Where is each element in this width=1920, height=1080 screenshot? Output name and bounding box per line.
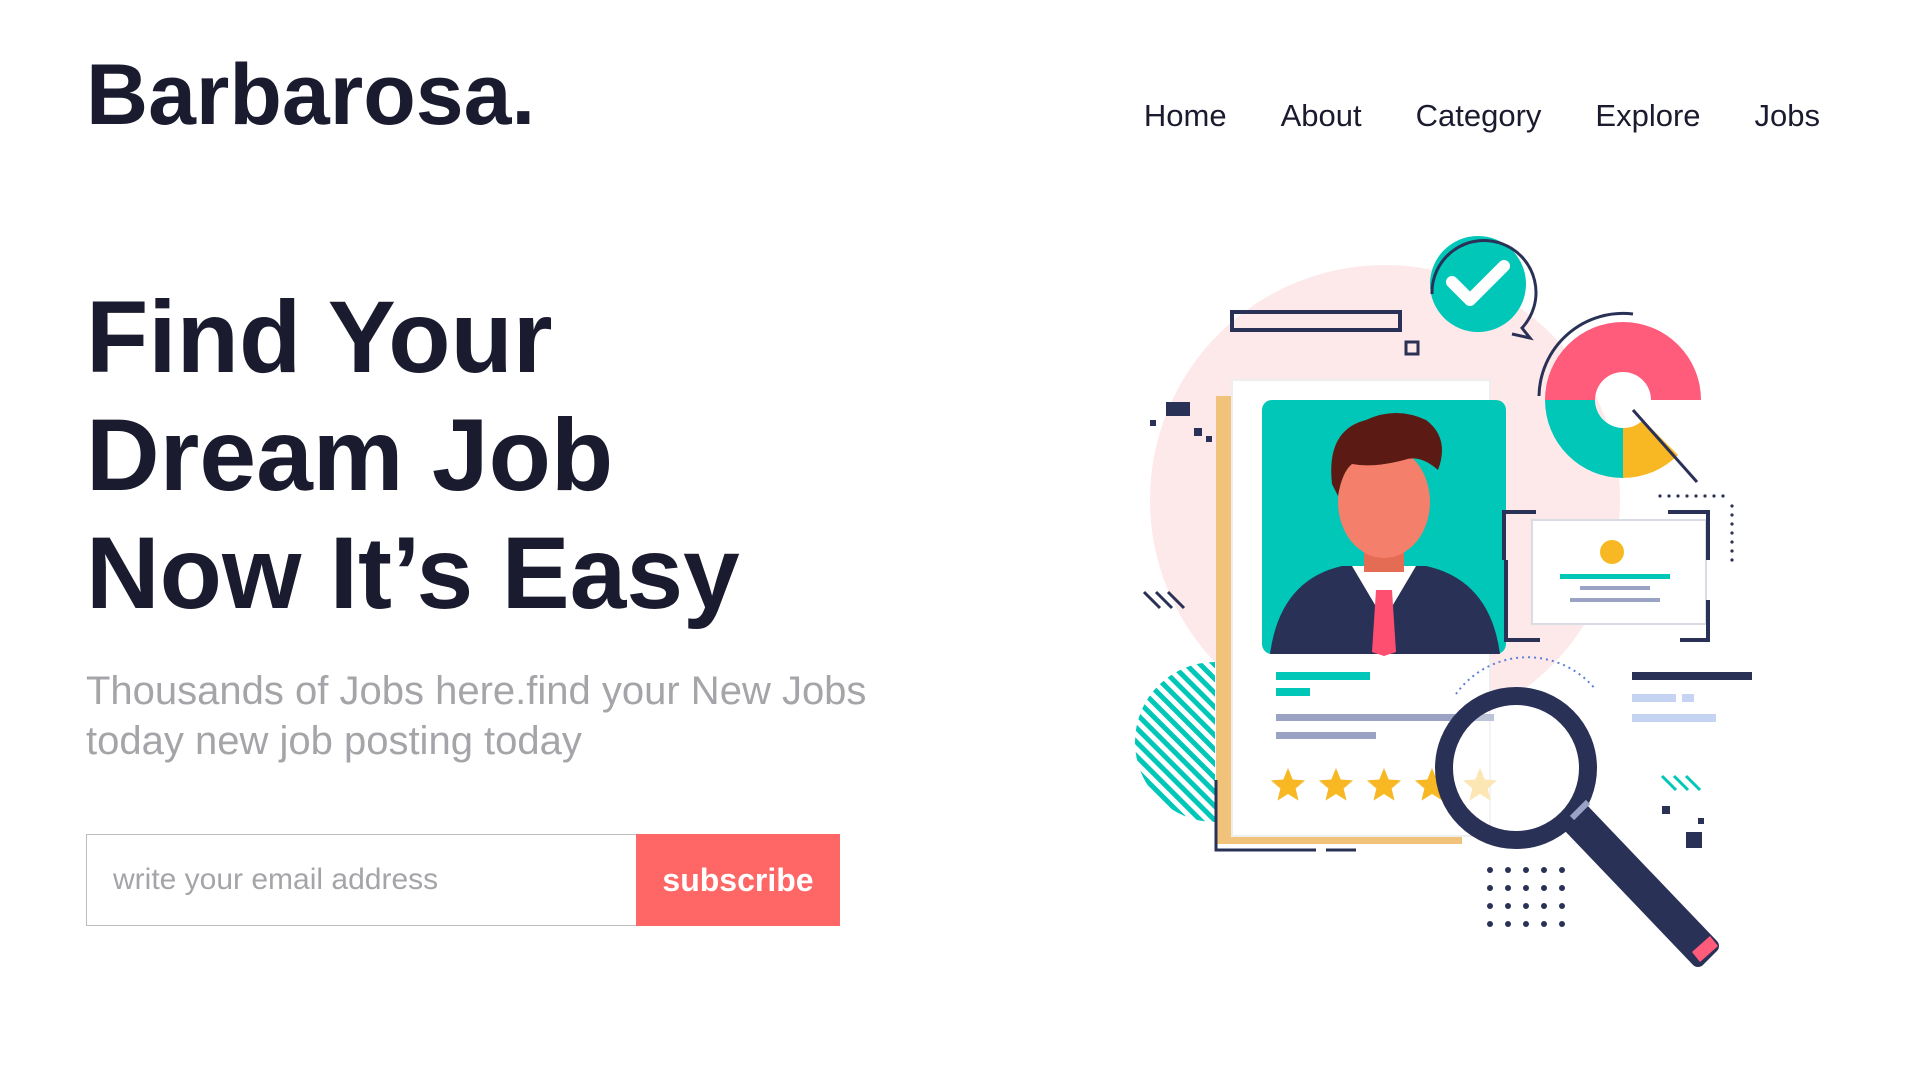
deco-dot [1487, 885, 1493, 891]
deco-dot [1541, 921, 1547, 927]
nav-item-jobs[interactable]: Jobs [1755, 100, 1820, 131]
deco-dot [1487, 867, 1493, 873]
brand-logo[interactable]: Barbarosa. [86, 52, 535, 138]
deco-line [1632, 672, 1752, 680]
deco-dot [1487, 903, 1493, 909]
main-nav: Home About Category Explore Jobs [1144, 100, 1820, 131]
deco-dot [1523, 867, 1529, 873]
deco-dot [1505, 885, 1511, 891]
subscribe-form: subscribe [86, 834, 840, 926]
deco-dot [1703, 494, 1707, 498]
landing-page: Barbarosa. Home About Category Explore J… [0, 0, 1920, 1080]
deco-dot [1658, 494, 1662, 498]
deco-dot [1730, 558, 1734, 562]
hero-headline: Find Your Dream Job Now It’s Easy [86, 278, 866, 632]
magnifier-icon [1435, 656, 1719, 967]
deco-dot [1505, 921, 1511, 927]
deco-dot [1730, 504, 1734, 508]
deco-dot [1559, 885, 1565, 891]
deco-dot [1505, 903, 1511, 909]
deco-dot [1730, 540, 1734, 544]
deco-dot [1667, 494, 1671, 498]
headline-line-2: Dream Job [86, 398, 614, 512]
deco-block [1166, 402, 1190, 416]
deco-dot [1541, 867, 1547, 873]
deco-dot [1194, 428, 1202, 436]
nav-item-about[interactable]: About [1281, 100, 1362, 131]
deco-dot [1721, 494, 1725, 498]
nav-item-explore[interactable]: Explore [1595, 100, 1700, 131]
deco-dot [1523, 885, 1529, 891]
deco-dot [1559, 903, 1565, 909]
deco-dot [1730, 549, 1734, 553]
deco-dot [1685, 494, 1689, 498]
deco-dot [1541, 885, 1547, 891]
deco-slashes-teal [1660, 774, 1702, 792]
email-input[interactable] [86, 834, 636, 926]
deco-dot [1559, 921, 1565, 927]
card-line-title [1276, 672, 1370, 680]
job-search-illustration [1135, 236, 1752, 967]
deco-dot [1694, 494, 1698, 498]
deco-dot [1676, 494, 1680, 498]
deco-dot [1559, 867, 1565, 873]
deco-dot [1712, 494, 1716, 498]
info-card [1502, 510, 1710, 642]
deco-dot [1730, 531, 1734, 535]
deco-dot [1730, 513, 1734, 517]
hero-subtext: Thousands of Jobs here.find your New Job… [86, 669, 867, 763]
deco-dot [1206, 436, 1212, 442]
deco-dot [1523, 921, 1529, 927]
deco-dot [1487, 921, 1493, 927]
dot-grid-bottom [1487, 867, 1565, 927]
deco-dot [1523, 903, 1529, 909]
subscribe-button[interactable]: subscribe [636, 834, 840, 926]
deco-dot [1505, 867, 1511, 873]
nav-item-home[interactable]: Home [1144, 100, 1227, 131]
deco-dot [1730, 522, 1734, 526]
deco-dot [1150, 420, 1156, 426]
deco-dot [1541, 903, 1547, 909]
headline-line-3: Now It’s Easy [86, 516, 740, 630]
headline-line-1: Find Your [86, 280, 553, 394]
nav-item-category[interactable]: Category [1416, 100, 1542, 131]
